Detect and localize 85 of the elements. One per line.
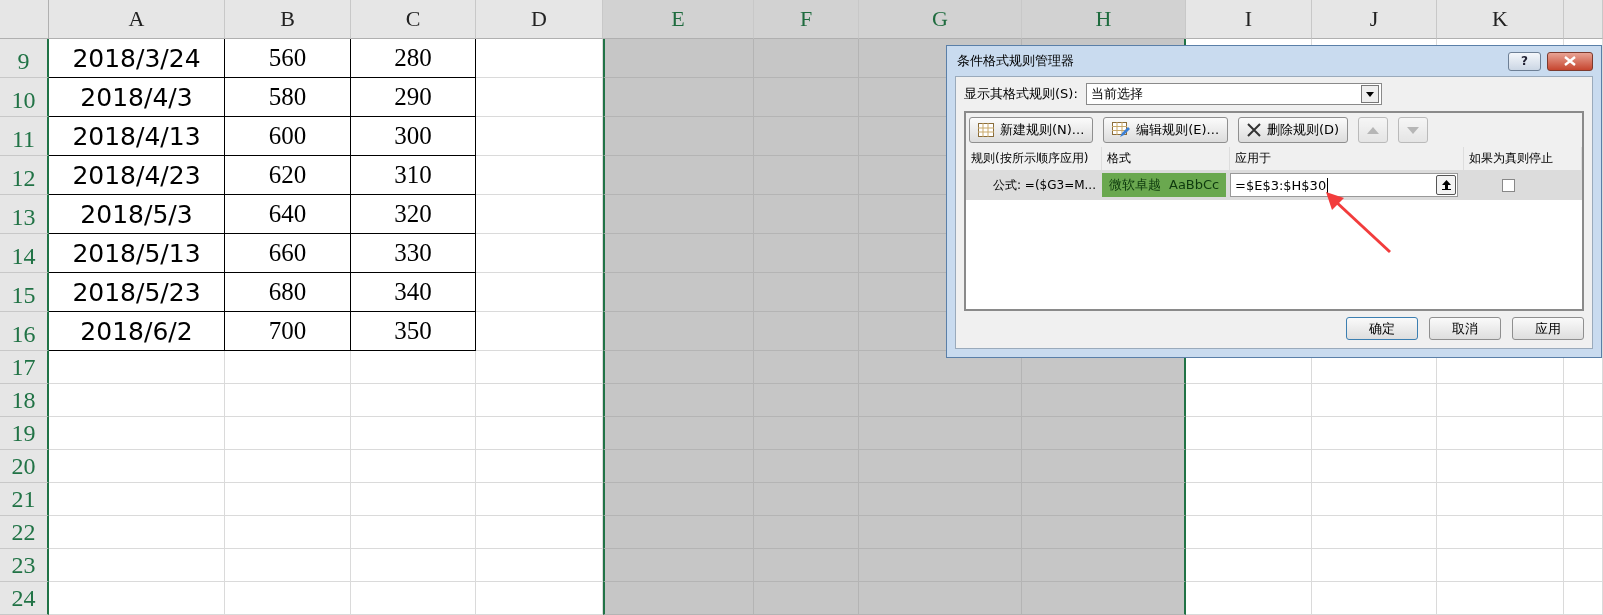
row-header[interactable]: 14 (0, 234, 49, 273)
row-header[interactable]: 9 (0, 39, 49, 78)
table-cell: 310 (351, 156, 476, 195)
applies-to-field[interactable]: =$E$3:$H$30 (1230, 173, 1458, 197)
select-all-corner[interactable] (0, 0, 49, 39)
rule-formula: 公式: =($G3=M... (992, 176, 1097, 194)
dialog-button[interactable]: 取消 (1429, 317, 1501, 340)
table-cell (1564, 483, 1603, 516)
table-cell: 660 (225, 234, 351, 273)
rule-row[interactable]: 公式: =($G3=M... 微软卓越 AaBbCc =$E$3:$H$30 (966, 170, 1582, 200)
column-header[interactable]: E (603, 0, 754, 39)
collapse-button[interactable] (1436, 175, 1456, 195)
table-cell: 340 (351, 273, 476, 312)
table-cell: 320 (351, 195, 476, 234)
format-preview: 微软卓越 AaBbCc (1102, 173, 1226, 197)
column-header[interactable] (1564, 0, 1603, 39)
row-header[interactable]: 23 (0, 549, 49, 582)
row-header[interactable]: 24 (0, 582, 49, 615)
column-header[interactable]: K (1437, 0, 1564, 39)
column-header[interactable]: A (49, 0, 225, 39)
column-header[interactable]: I (1186, 0, 1312, 39)
row-header[interactable]: 13 (0, 195, 49, 234)
table-cell: 280 (351, 39, 476, 78)
edit-rule-button[interactable]: 编辑规则(E)... (1103, 117, 1229, 143)
column-header[interactable]: F (754, 0, 859, 39)
column-header[interactable]: J (1312, 0, 1437, 39)
row-header[interactable]: 20 (0, 450, 49, 483)
table-cell (1564, 549, 1603, 582)
table-cell: 2018/5/3 (49, 195, 225, 234)
table-cell: 350 (351, 312, 476, 351)
row-header[interactable]: 19 (0, 417, 49, 450)
dialog-button[interactable]: 确定 (1346, 317, 1418, 340)
table-cell: 2018/4/23 (49, 156, 225, 195)
table-icon (978, 123, 994, 137)
column-header[interactable]: G (859, 0, 1022, 39)
delete-rule-button[interactable]: 删除规则(D) (1238, 117, 1349, 143)
down-triangle-icon (1407, 126, 1420, 134)
dropdown-arrow-icon (1365, 91, 1374, 97)
up-arrow-icon (1441, 180, 1451, 190)
table-cell: 680 (225, 273, 351, 312)
new-rule-button[interactable]: 新建规则(N)... (969, 117, 1094, 143)
row-header[interactable]: 22 (0, 516, 49, 549)
column-header[interactable]: C (351, 0, 476, 39)
table-cell: 640 (225, 195, 351, 234)
up-triangle-icon (1367, 126, 1380, 134)
row-header[interactable]: 17 (0, 351, 49, 384)
x-icon (1247, 123, 1262, 137)
table-cell: 2018/3/24 (49, 39, 225, 78)
column-header[interactable]: B (225, 0, 351, 39)
table-cell: 2018/5/13 (49, 234, 225, 273)
table-cell (1564, 417, 1603, 450)
help-button[interactable]: ? (1508, 51, 1541, 71)
table-cell: 290 (351, 78, 476, 117)
table-cell: 300 (351, 117, 476, 156)
table-cell: 2018/5/23 (49, 273, 225, 312)
row-header[interactable]: 11 (0, 117, 49, 156)
row-header[interactable]: 12 (0, 156, 49, 195)
row-header[interactable]: 15 (0, 273, 49, 312)
table-cell: 330 (351, 234, 476, 273)
show-rules-label: 显示其格式规则(S): (964, 85, 1078, 103)
row-header[interactable]: 18 (0, 384, 49, 417)
column-header[interactable]: D (476, 0, 603, 39)
table-cell: 2018/6/2 (49, 312, 225, 351)
row-header[interactable]: 21 (0, 483, 49, 516)
table-cell: 620 (225, 156, 351, 195)
table-cell (1564, 450, 1603, 483)
row-header[interactable]: 16 (0, 312, 49, 351)
table-cell (1564, 582, 1603, 615)
table-cell: 560 (225, 39, 351, 78)
table-cell (1564, 384, 1603, 417)
column-header[interactable]: H (1022, 0, 1186, 39)
scope-dropdown[interactable]: 当前选择 (1085, 83, 1382, 105)
table-cell (1564, 516, 1603, 549)
table-pencil-icon (1112, 122, 1131, 138)
dialog-title: 条件格式规则管理器 (956, 52, 1075, 70)
table-cell: 580 (225, 78, 351, 117)
close-icon (1564, 56, 1576, 66)
close-button[interactable] (1547, 51, 1593, 71)
stop-checkbox[interactable] (1501, 178, 1515, 192)
table-cell: 2018/4/3 (49, 78, 225, 117)
table-cell: 700 (225, 312, 351, 351)
table-cell: 600 (225, 117, 351, 156)
dialog-button[interactable]: 应用 (1512, 317, 1584, 340)
row-header[interactable]: 10 (0, 78, 49, 117)
table-cell: 2018/4/13 (49, 117, 225, 156)
